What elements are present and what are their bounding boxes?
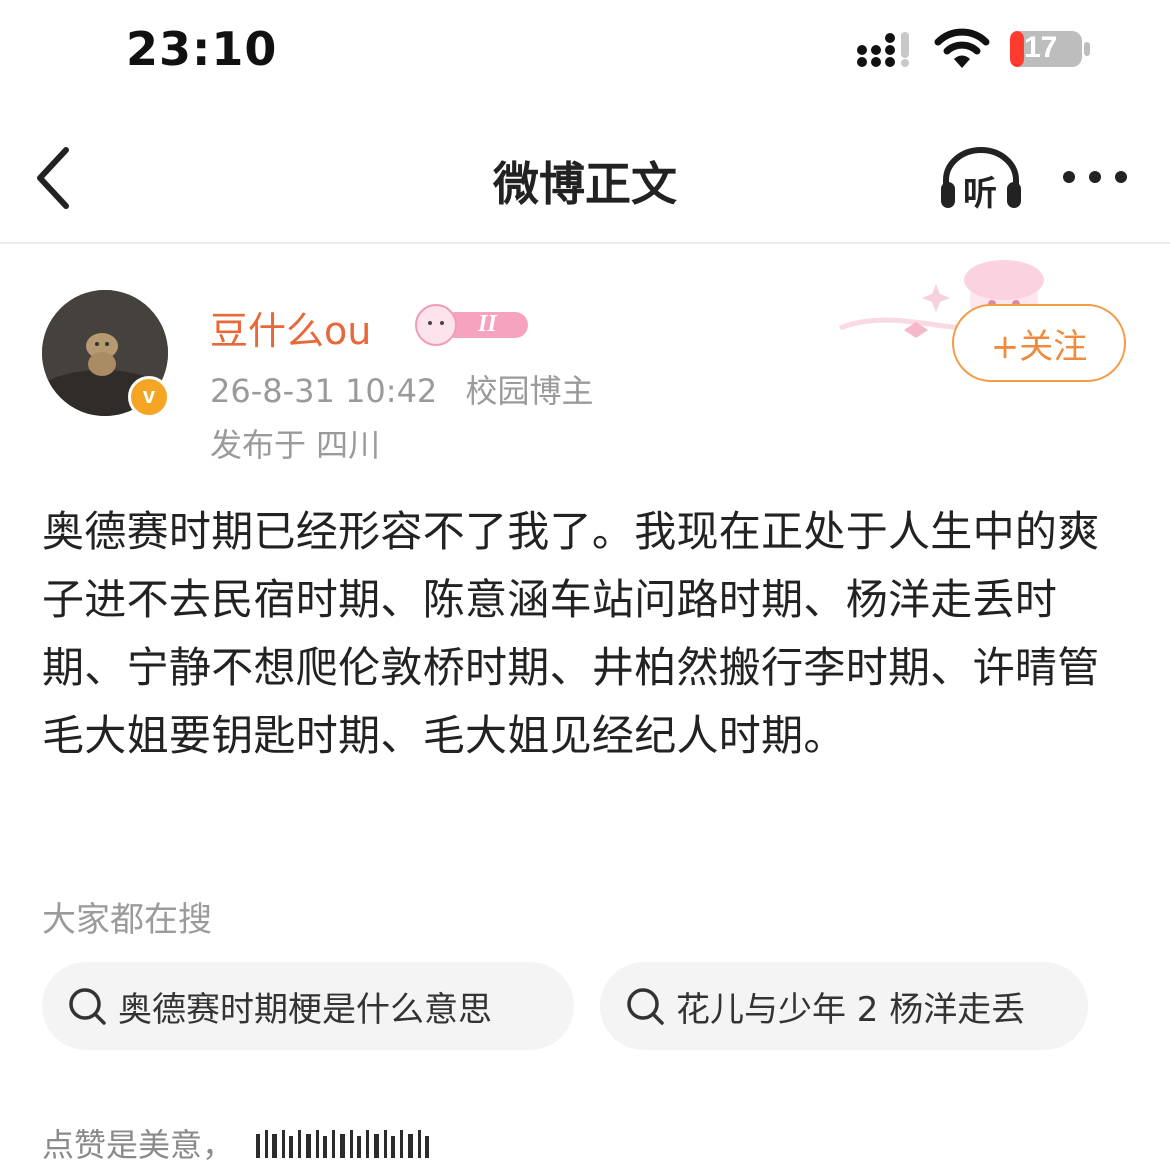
post-meta: 26-8-31 10:42 校园博主 <box>210 366 593 412</box>
verified-badge: v <box>128 376 170 418</box>
trending-label: 大家都在搜 <box>42 900 212 940</box>
more-options-icon[interactable] <box>1060 164 1130 190</box>
post-location: 发布于 四川 <box>210 426 381 464</box>
search-icon <box>627 988 664 1025</box>
signal-icon <box>857 32 909 67</box>
level-badge-label: II <box>478 311 497 337</box>
trending-search-item[interactable]: 花儿与少年 2 杨洋走丢 <box>600 962 1088 1050</box>
level-badge: II <box>412 304 530 346</box>
listen-label: 听 <box>963 174 997 214</box>
follow-button[interactable]: +关注 <box>952 304 1126 382</box>
post-text: 奥德赛时期已经形容不了我了。我现在正处于人生中的爽子进不去民宿时期、陈意涵车站问… <box>42 507 1100 760</box>
battery-level: 17 <box>1024 31 1058 64</box>
trending-search-text: 奥德赛时期梗是什么意思 <box>118 989 492 1030</box>
listen-button[interactable]: 听 <box>938 144 1024 214</box>
level-badge-icon <box>415 304 528 346</box>
author-role: 校园博主 <box>465 372 594 410</box>
footer-text: 点赞是美意， <box>42 1126 235 1164</box>
author-name[interactable]: 豆什么ou <box>210 300 371 355</box>
wifi-icon <box>934 28 990 68</box>
trending-search-item[interactable]: 奥德赛时期梗是什么意思 <box>42 962 574 1050</box>
status-time: 23:10 <box>126 22 278 76</box>
trending-search-text: 花儿与少年 2 杨洋走丢 <box>676 989 1026 1030</box>
post-timestamp: 26-8-31 10:42 <box>210 372 438 410</box>
search-icon <box>69 988 106 1025</box>
battery-indicator: 17 <box>1008 28 1092 70</box>
redacted-text-icon <box>256 1130 429 1158</box>
